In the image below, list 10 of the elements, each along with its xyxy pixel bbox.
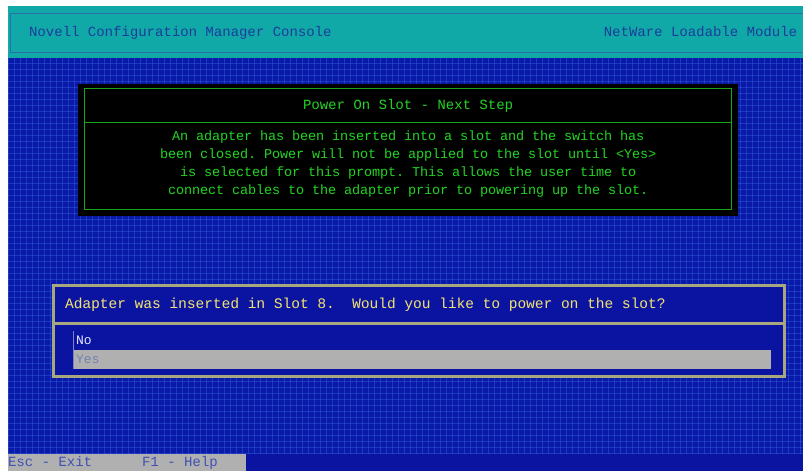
message-line: been closed. Power will not be applied to the slot until <Yes> xyxy=(160,147,656,165)
message-line: is selected for this prompt. This allows the user time to xyxy=(180,165,636,183)
message-line: An adapter has been inserted into a slot and the switch has xyxy=(172,129,644,147)
prompt-question: Adapter was inserted in Slot 8. Would you like to power on the slot? xyxy=(55,287,783,325)
dialog-title: Power On Slot - Next Step xyxy=(84,88,732,122)
key-hint: Esc - Exit xyxy=(8,454,92,470)
app-title: Novell Configuration Manager Console xyxy=(29,25,332,41)
message-line: connect cables to the adapter prior to powering up the slot. xyxy=(168,183,648,201)
module-label: NetWare Loadable Module xyxy=(604,25,797,41)
key-hint: F1 - Help xyxy=(142,454,218,470)
